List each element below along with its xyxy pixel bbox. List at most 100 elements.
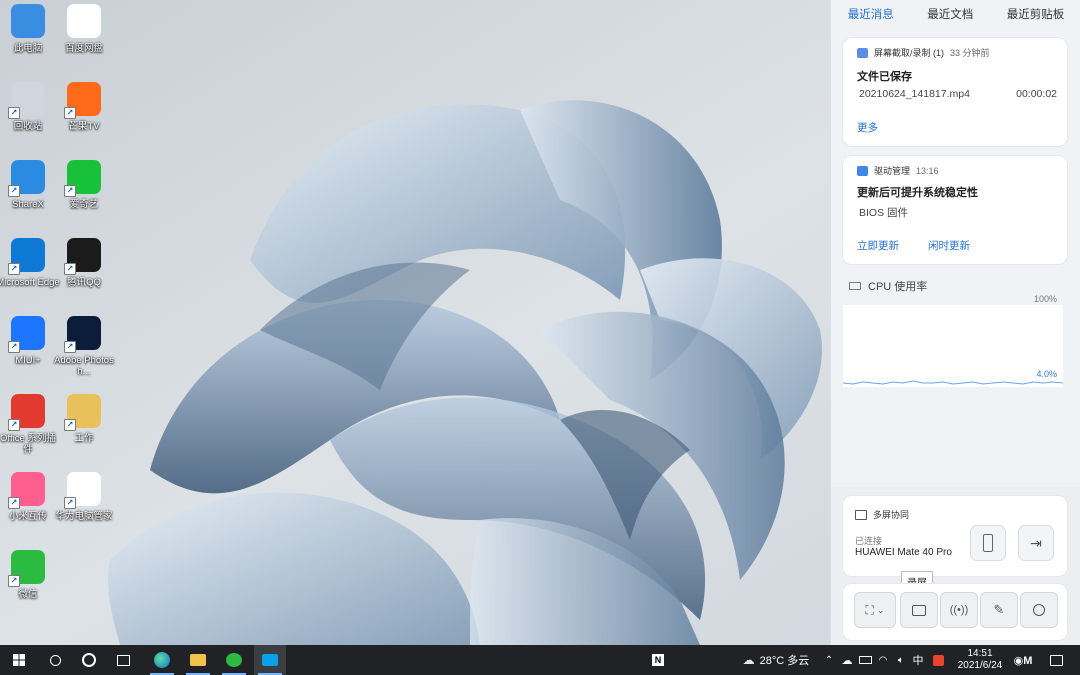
desktop-icon-label: 小米互传 [8, 511, 47, 522]
clock[interactable]: 14:51 2021/6/24 [952, 645, 1008, 675]
task-view-button[interactable] [110, 645, 136, 675]
desktop-icon-sharex[interactable]: ↗ ShareX [0, 160, 60, 210]
taskbar-edge[interactable] [146, 645, 178, 675]
update-idle-link[interactable]: 闲时更新 [928, 238, 970, 253]
taskbar-notion[interactable]: N [646, 645, 670, 675]
taskbar-wechat[interactable] [218, 645, 250, 675]
cloud-icon: ☁ [742, 653, 755, 667]
miui-plus-icon: ↗ [8, 316, 45, 353]
search-button[interactable] [1021, 593, 1057, 627]
screen-capture-icon [857, 47, 868, 58]
folder-icon [190, 654, 206, 666]
desktop-icon-label: 腾讯QQ [67, 277, 101, 288]
huawei-pc-manager-icon: ↗ [64, 472, 101, 509]
desktop-icon-label: 百度网盘 [64, 43, 103, 54]
weather-widget[interactable]: ☁ 28°C 多云 [736, 645, 816, 675]
onedrive-tray[interactable]: ☁ [838, 645, 856, 675]
notification-card-screen-capture[interactable]: 屏幕截取/录制 (1) 33 分钟前 文件已保存 20210624_141817… [843, 38, 1067, 146]
quick-actions-area: 多屏协同 已连接 HUAWEI Mate 40 Pro ⇥ 录屏 ⛶ ⌄ ((•… [831, 487, 1080, 645]
sogou-tray[interactable] [930, 645, 946, 675]
input-method-tray[interactable]: 中 [910, 645, 926, 675]
screenshot-dropdown-button[interactable]: ⛶ ⌄ [855, 593, 895, 627]
screenshot-icon: ⛶ [865, 602, 874, 617]
taskbar: N ☁ 28°C 多云 ⌃ ☁ ◠ 🔈︎ 中 14:51 2021/6/24 ◉… [0, 645, 1080, 675]
show-hidden-icons[interactable]: ⌃ [822, 645, 836, 675]
taskbar-file-explorer[interactable] [182, 645, 214, 675]
notification-icon [1049, 654, 1063, 666]
battery-icon [858, 656, 872, 664]
tab-recent-messages[interactable]: 最近消息 [842, 0, 900, 30]
desktop-icon-photoshop[interactable]: ↗ Adobe Photosh... [52, 316, 116, 377]
desktop-icon-label: 此电脑 [13, 43, 43, 54]
driver-manager-icon [857, 165, 868, 176]
folder-icon: ↗ [64, 394, 101, 431]
search-icon [1033, 604, 1045, 616]
notification-card-driver[interactable]: 驱动管理 13:16 更新后可提升系统稳定性 BIOS 固件 立即更新 闲时更新 [843, 156, 1067, 264]
network-tray[interactable]: ◠ [874, 645, 892, 675]
phone-button[interactable] [971, 526, 1005, 560]
desktop-icon-edge[interactable]: ↗ Microsoft Edge [0, 238, 60, 288]
multi-screen-title: 多屏协同 [873, 510, 910, 520]
xiaomi-share-icon: ↗ [8, 472, 45, 509]
desktop-icon-xiaomi-share[interactable]: ↗ 小米互传 [0, 472, 60, 522]
desktop-icon-baidu-netdisk[interactable]: 百度网盘 [52, 4, 116, 54]
shortcut-arrow-icon: ↗ [64, 341, 76, 353]
desktop-icon-pdf[interactable]: ↗ Office 系列插件 [0, 394, 60, 455]
desktop-icon-label: 微信 [18, 589, 38, 600]
huawei-assistant-tray[interactable]: ◉M [1010, 645, 1036, 675]
battery-tray[interactable] [856, 645, 874, 675]
desktop-icon-wechat[interactable]: ↗ 微信 [0, 550, 60, 600]
notification-time: 33 分钟前 [950, 48, 990, 58]
onedrive-icon: ☁ [841, 654, 853, 667]
desktop-icon-folder[interactable]: ↗ 工作 [52, 394, 116, 444]
panel-tabs: 最近消息 最近文档 最近剪贴板 [831, 0, 1080, 30]
broadcast-button[interactable]: ((•)) [941, 593, 977, 627]
more-link[interactable]: 更多 [857, 120, 878, 135]
cpu-max-label: 100% [1033, 294, 1057, 304]
task-view-icon [116, 654, 130, 666]
shortcut-arrow-icon: ↗ [8, 575, 20, 587]
record-screen-button[interactable] [901, 593, 937, 627]
iqiyi-icon: ↗ [64, 160, 101, 197]
multi-screen-app-icon [262, 654, 278, 666]
shortcut-arrow-icon: ↗ [8, 107, 20, 119]
desktop-icon-huawei-pc-manager[interactable]: ↗ 华为电脑管家 [52, 472, 116, 522]
volume-tray[interactable]: 🔈︎ [892, 645, 910, 675]
notes-button[interactable]: ✎ [981, 593, 1017, 627]
desktop-icon-computer[interactable]: 此电脑 [0, 4, 60, 54]
search-icon [49, 654, 61, 666]
file-name: 20210624_141817.mp4 [859, 88, 970, 100]
desktop-icon-recycle-bin[interactable]: ↗ 回收站 [0, 82, 60, 132]
cpu-usage-graph [843, 305, 1063, 387]
desktop-icon-mango-tv[interactable]: ↗ 芒果TV [52, 82, 116, 132]
pdf-icon: ↗ [8, 394, 45, 431]
video-camera-icon [912, 604, 926, 616]
desktop-icon-qq[interactable]: ↗ 腾讯QQ [52, 238, 116, 288]
update-now-link[interactable]: 立即更新 [857, 238, 899, 253]
tab-recent-clipboard[interactable]: 最近剪贴板 [1001, 0, 1071, 30]
clock-time: 14:51 [967, 648, 993, 659]
cpu-title: CPU 使用率 [868, 281, 928, 293]
desktop-icon-iqiyi[interactable]: ↗ 爱奇艺 [52, 160, 116, 210]
action-center-button[interactable] [1044, 645, 1068, 675]
windows-logo-icon [13, 654, 25, 666]
cortana-button[interactable] [76, 645, 102, 675]
start-button[interactable] [6, 645, 32, 675]
update-item: BIOS 固件 [859, 207, 909, 219]
disconnect-button[interactable]: ⇥ [1019, 526, 1053, 560]
desktop-icon-miui-plus[interactable]: ↗ MIUI+ [0, 316, 60, 366]
wechat-icon [226, 653, 242, 667]
desktop-icon-label: Microsoft Edge [0, 277, 60, 288]
photoshop-icon: ↗ [64, 316, 101, 353]
ime-label: 中 [912, 655, 924, 667]
notification-source: 屏幕截取/录制 (1) [874, 48, 945, 58]
chevron-up-icon: ⌃ [824, 654, 834, 666]
shortcut-arrow-icon: ↗ [8, 341, 20, 353]
taskbar-huawei-pc-manager[interactable] [254, 645, 286, 675]
chevron-down-icon: ⌄ [876, 604, 885, 615]
tab-recent-documents[interactable]: 最近文档 [921, 0, 979, 30]
notification-title: 文件已保存 [857, 71, 912, 83]
search-taskbar-button[interactable] [42, 645, 68, 675]
shortcut-arrow-icon: ↗ [64, 263, 76, 275]
exit-icon: ⇥ [1030, 534, 1042, 551]
